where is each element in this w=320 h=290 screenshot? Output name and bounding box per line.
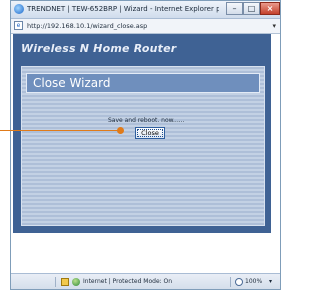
wizard-area: Close Wizard Save and reboot. now...... … — [21, 66, 265, 226]
page-icon: e — [14, 21, 23, 30]
page: TRENDNET | TEW-652BRP | Wizard - Interne… — [0, 0, 291, 290]
close-window-button[interactable]: × — [260, 2, 280, 15]
browser-window: TRENDNET | TEW-652BRP | Wizard - Interne… — [10, 0, 281, 290]
maximize-button[interactable]: □ — [243, 2, 260, 15]
router-header: Wireless N Home Router — [21, 42, 177, 55]
globe-icon — [72, 278, 80, 286]
security-zone[interactable]: Internet | Protected Mode: On — [83, 277, 172, 287]
wizard-title: Close Wizard — [33, 76, 111, 90]
internet-explorer-icon — [14, 4, 24, 14]
address-dropdown-icon[interactable]: ▾ — [272, 21, 276, 31]
zoom-icon — [235, 278, 243, 286]
window-title: TRENDNET | TEW-652BRP | Wizard - Interne… — [27, 5, 219, 13]
page-content: Wireless N Home Router Close Wizard Save… — [11, 34, 280, 273]
close-button[interactable]: Close — [135, 127, 165, 139]
address-url[interactable]: http://192.168.10.1/wizard_close.asp — [27, 21, 147, 31]
zoom-level[interactable]: 100% — [245, 277, 262, 287]
title-bar: TRENDNET | TEW-652BRP | Wizard - Interne… — [11, 1, 280, 19]
status-bar: Internet | Protected Mode: On 100% ▾ — [11, 273, 280, 289]
status-separator — [55, 277, 56, 287]
document-icon — [61, 278, 69, 286]
callout-pointer-line — [0, 130, 121, 131]
wizard-message: Save and reboot. now...... — [108, 117, 185, 124]
status-separator — [230, 277, 231, 287]
router-panel: Wireless N Home Router Close Wizard Save… — [13, 34, 271, 233]
minimize-button[interactable]: – — [226, 2, 243, 15]
zoom-dropdown-icon[interactable]: ▾ — [269, 277, 272, 287]
callout-pointer-dot — [117, 127, 124, 134]
address-bar[interactable]: e http://192.168.10.1/wizard_close.asp ▾ — [11, 19, 280, 34]
wizard-title-bar: Close Wizard — [26, 73, 260, 93]
